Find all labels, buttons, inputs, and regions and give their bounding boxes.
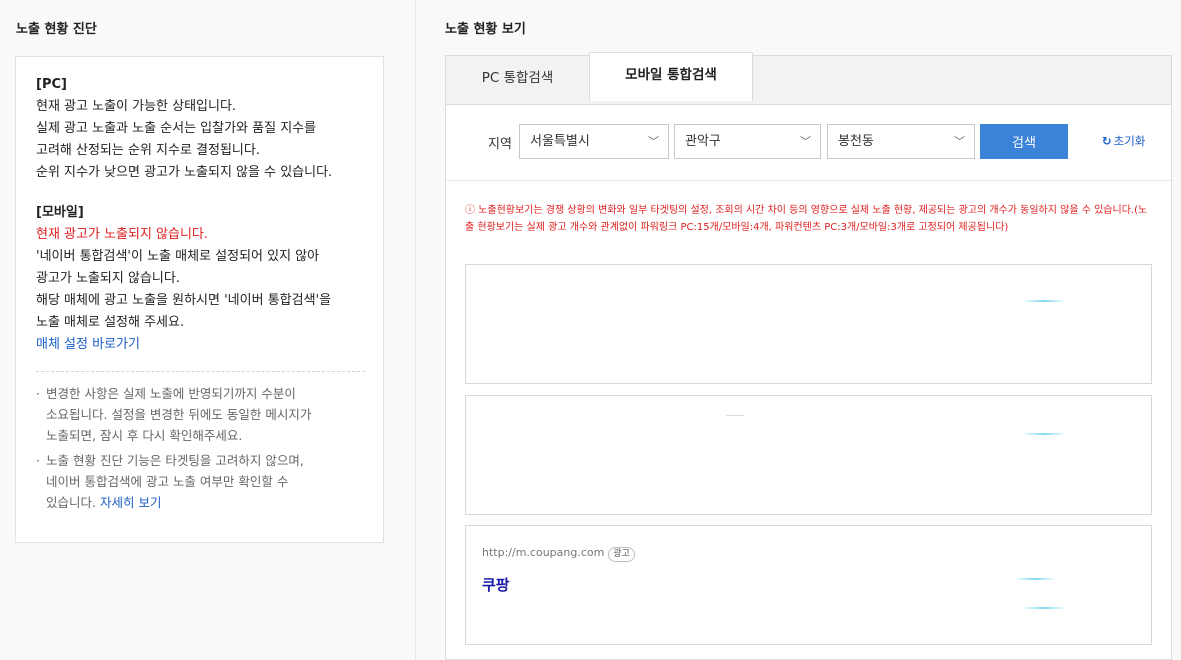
ad-card[interactable] bbox=[465, 395, 1152, 515]
region-label: 지역 bbox=[488, 137, 512, 152]
filter-divider bbox=[446, 180, 1171, 181]
ad-card[interactable]: http://m.coupang.com 광고 쿠팡 bbox=[465, 525, 1152, 645]
note-line: 네이버 통합검색에 광고 노출 여부만 확인할 수 bbox=[46, 474, 289, 489]
ad-title[interactable]: 쿠팡 bbox=[482, 574, 510, 595]
pc-heading: [PC] bbox=[36, 77, 67, 92]
exposure-warning: ⓘ 노출현황보기는 경쟁 상황의 변화와 일부 타겟팅의 설정, 조회의 시간 … bbox=[465, 205, 1148, 233]
ad-url-text: http://m.coupang.com bbox=[482, 546, 605, 559]
loading-placeholder bbox=[1021, 300, 1067, 302]
search-button[interactable]: 검색 bbox=[980, 124, 1068, 159]
diagnosis-title: 노출 현황 진단 bbox=[16, 22, 97, 37]
ad-url[interactable]: http://m.coupang.com 광고 bbox=[482, 546, 635, 562]
exposure-view-title: 노출 현황 보기 bbox=[445, 22, 526, 37]
dashed-divider bbox=[36, 371, 365, 372]
pc-line: 실제 광고 노출과 노출 순서는 입찰가와 품질 지수를 bbox=[36, 121, 317, 136]
pc-line: 순위 지수가 낮으면 광고가 노출되지 않을 수 있습니다. bbox=[36, 165, 333, 180]
loading-placeholder bbox=[726, 415, 744, 416]
pc-line: 고려해 산정되는 순위 지수로 결정됩니다. bbox=[36, 143, 260, 158]
note-item: · 노출 현황 진단 기능은 타겟팅을 고려하지 않으며, 네이버 통합검색에 … bbox=[36, 450, 371, 513]
note-line: 있습니다. 자세히 보기 bbox=[46, 492, 371, 513]
mobile-line: 광고가 노출되지 않습니다. bbox=[36, 271, 180, 286]
panel-divider bbox=[415, 0, 416, 660]
refresh-icon: ↻ bbox=[1102, 134, 1112, 148]
chevron-down-icon: ﹀ bbox=[954, 135, 965, 148]
mobile-status: 현재 광고가 노출되지 않습니다. bbox=[36, 227, 209, 242]
city-value: 서울특별시 bbox=[530, 134, 590, 149]
note-line: 소요됩니다. 설정을 변경한 뒤에도 동일한 메시지가 bbox=[46, 407, 312, 422]
region-filter: 지역 서울특별시 ﹀ 관악구 ﹀ 봉천동 ﹀ 검색 ↻ 초기화 bbox=[446, 124, 1171, 160]
note-line: 노출 현황 진단 기능은 타겟팅을 고려하지 않으며, bbox=[46, 453, 304, 468]
mobile-line: 노출 매체로 설정해 주세요. bbox=[36, 315, 185, 330]
ad-card[interactable] bbox=[465, 264, 1152, 384]
details-link[interactable]: 자세히 보기 bbox=[100, 495, 161, 510]
tab-pc-search[interactable]: PC 통합검색 bbox=[446, 56, 589, 104]
chevron-down-icon: ﹀ bbox=[800, 135, 811, 148]
pc-line: 현재 광고 노출이 가능한 상태입니다. bbox=[36, 99, 237, 114]
tab-bar: PC 통합검색 모바일 통합검색 bbox=[446, 52, 1171, 105]
district-select[interactable]: 관악구 ﹀ bbox=[674, 124, 821, 159]
loading-placeholder bbox=[1021, 433, 1067, 435]
bullet: · bbox=[36, 453, 40, 468]
reset-label: 초기화 bbox=[1113, 134, 1146, 148]
notes-list: · 변경한 사항은 실제 노출에 반영되기까지 수분이 소요됩니다. 설정을 변… bbox=[36, 383, 371, 513]
mobile-line: '네이버 통합검색'이 노출 매체로 설정되어 있지 않아 bbox=[36, 249, 320, 264]
mobile-line: 해당 매체에 광고 노출을 원하시면 '네이버 통합검색'을 bbox=[36, 293, 332, 308]
city-select[interactable]: 서울특별시 ﹀ bbox=[519, 124, 669, 159]
note-item: · 변경한 사항은 실제 노출에 반영되기까지 수분이 소요됩니다. 설정을 변… bbox=[36, 383, 371, 446]
note-line: 노출되면, 잠시 후 다시 확인해주세요. bbox=[46, 428, 243, 443]
tab-mobile-search[interactable]: 모바일 통합검색 bbox=[589, 52, 753, 101]
note-text: 있습니다. bbox=[46, 495, 96, 510]
district-value: 관악구 bbox=[685, 134, 721, 149]
neighborhood-value: 봉천동 bbox=[838, 134, 874, 149]
neighborhood-select[interactable]: 봉천동 ﹀ bbox=[827, 124, 975, 159]
media-settings-link[interactable]: 매체 설정 바로가기 bbox=[36, 337, 140, 352]
note-line: 변경한 사항은 실제 노출에 반영되기까지 수분이 bbox=[46, 386, 296, 401]
bullet: · bbox=[36, 386, 40, 401]
loading-placeholder bbox=[1014, 578, 1056, 580]
chevron-down-icon: ﹀ bbox=[648, 135, 659, 148]
diagnosis-content: [PC] 현재 광고 노출이 가능한 상태입니다. 실제 광고 노출과 노출 순… bbox=[36, 74, 371, 517]
exposure-view-box: PC 통합검색 모바일 통합검색 지역 서울특별시 ﹀ 관악구 ﹀ 봉천동 ﹀ … bbox=[445, 52, 1172, 660]
reset-button[interactable]: ↻ 초기화 bbox=[1102, 133, 1145, 149]
ad-badge: 광고 bbox=[608, 547, 635, 562]
diagnosis-box: [PC] 현재 광고 노출이 가능한 상태입니다. 실제 광고 노출과 노출 순… bbox=[15, 56, 384, 543]
loading-placeholder bbox=[1021, 607, 1067, 609]
mobile-heading: [모바일] bbox=[36, 205, 84, 220]
